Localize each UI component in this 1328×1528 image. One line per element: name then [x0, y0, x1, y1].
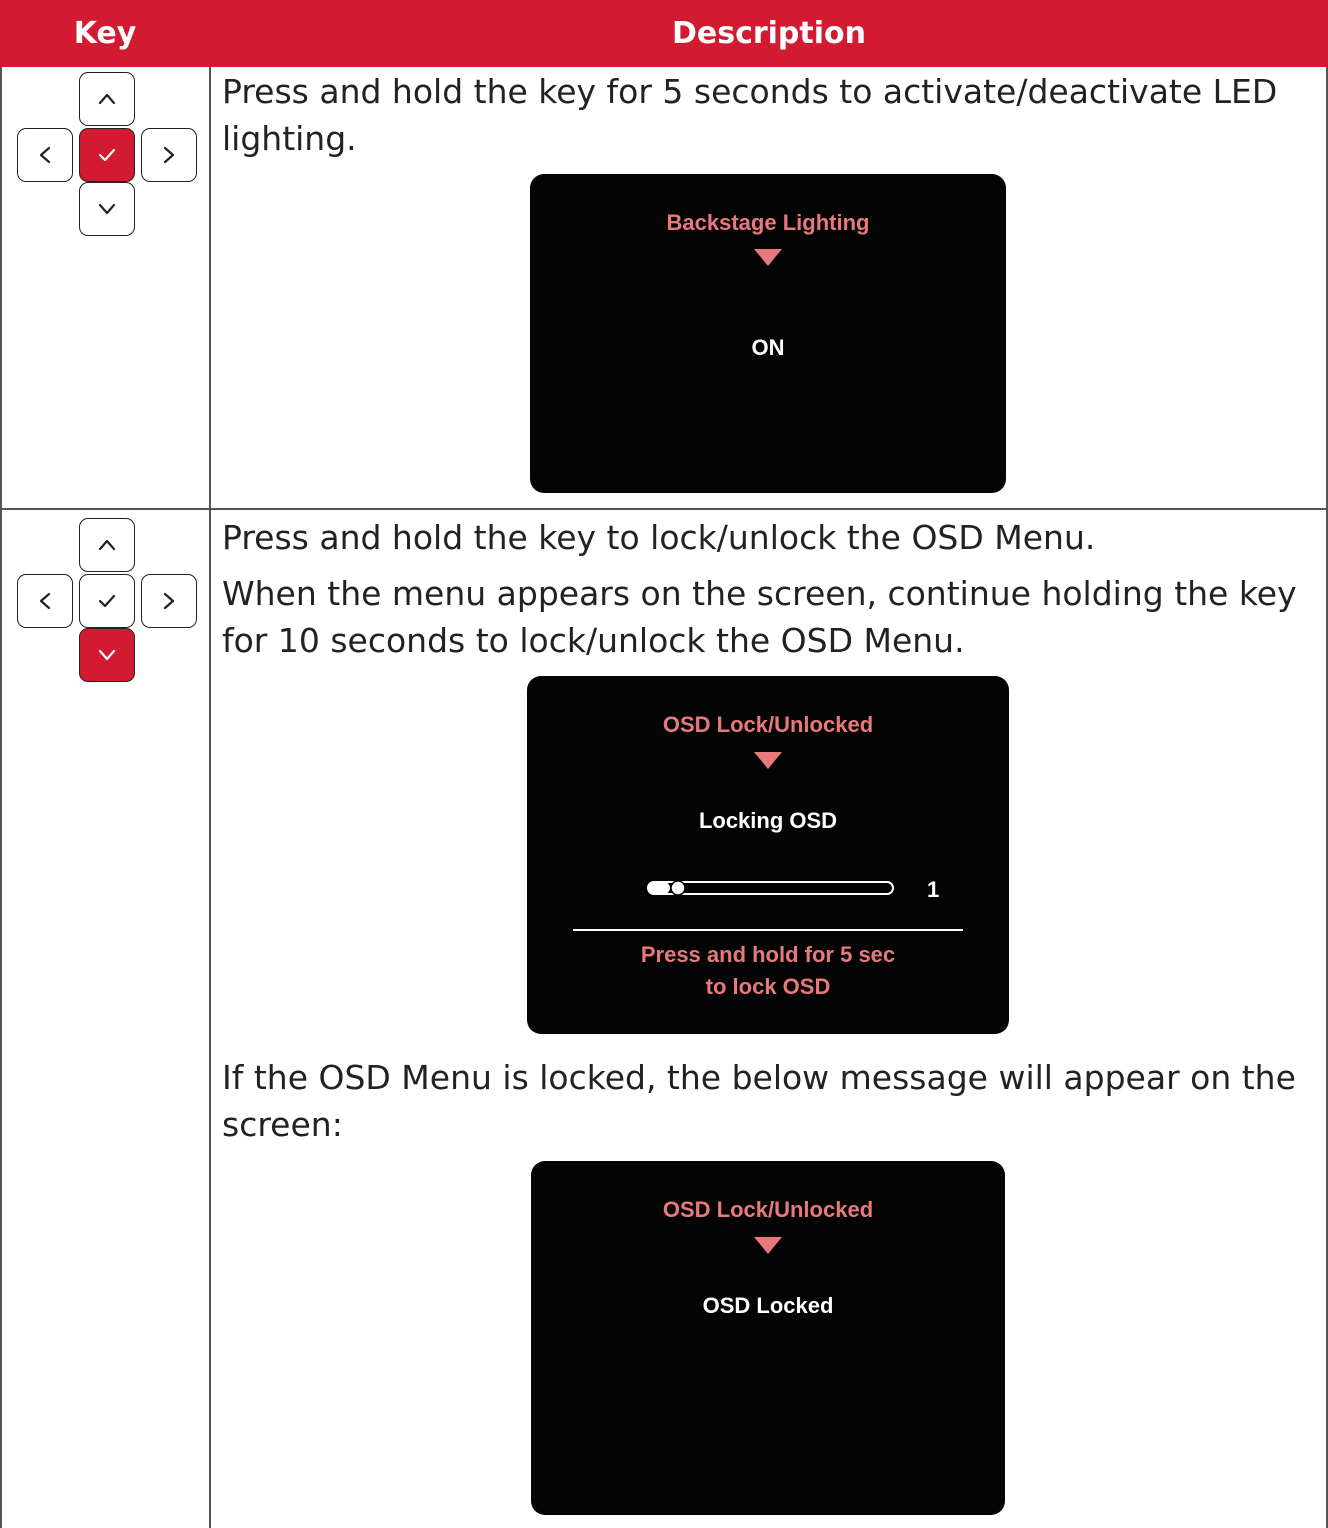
header-key: Key: [73, 16, 137, 51]
osd-screen-locking: OSD Lock/Unlocked Locking OSD 1 Press an…: [527, 676, 1009, 1034]
check-icon: [98, 594, 116, 608]
osd-value: ON: [751, 335, 785, 360]
triangle-down-icon: [754, 752, 782, 769]
enter-key-active: [79, 128, 135, 182]
progress-value: 1: [927, 877, 940, 902]
row-2-description-line-2: When the menu appears on the screen, con…: [222, 574, 1297, 660]
osd-screen-backstage-lighting: Backstage Lighting ON: [530, 174, 1006, 493]
triangle-down-icon: [754, 249, 782, 266]
chevron-right-icon: [163, 592, 175, 610]
triangle-down-icon: [754, 1237, 782, 1254]
right-key: [141, 574, 197, 628]
chevron-left-icon: [39, 146, 51, 164]
check-icon: [98, 148, 116, 162]
left-key: [17, 128, 73, 182]
osd-title: Backstage Lighting: [666, 210, 870, 235]
header-description: Description: [671, 16, 867, 51]
chevron-down-icon: [98, 649, 116, 661]
osd-status: OSD Locked: [702, 1293, 834, 1318]
enter-key: [79, 574, 135, 628]
chevron-up-icon: [98, 93, 116, 105]
osd-title: OSD Lock/Unlocked: [662, 1197, 874, 1222]
column-divider: [209, 67, 211, 1528]
chevron-down-icon: [98, 203, 116, 215]
row-2-description-line-1: Press and hold the key to lock/unlock th…: [222, 518, 1096, 557]
up-key: [79, 72, 135, 126]
row-1-description: Press and hold the key for 5 seconds to …: [222, 72, 1278, 158]
osd-title: OSD Lock/Unlocked: [662, 712, 874, 737]
down-key: [79, 182, 135, 236]
chevron-up-icon: [98, 539, 116, 551]
left-key: [17, 574, 73, 628]
row-divider: [0, 508, 1328, 510]
osd-screen-locked: OSD Lock/Unlocked OSD Locked: [531, 1161, 1005, 1515]
osd-hint-line-1: Press and hold for 5 sec: [640, 942, 896, 967]
chevron-left-icon: [39, 592, 51, 610]
osd-status: Locking OSD: [698, 808, 838, 833]
table-border-left: [0, 67, 2, 1528]
down-key-active: [79, 628, 135, 682]
osd-divider: [573, 929, 963, 931]
up-key: [79, 518, 135, 572]
row-2-after-text: If the OSD Menu is locked, the below mes…: [222, 1058, 1296, 1144]
progress-knob: [670, 880, 686, 896]
key-description-table: Key Description Press and hold the key f…: [0, 0, 1328, 1528]
right-key: [141, 128, 197, 182]
progress-bar: [647, 880, 894, 896]
chevron-right-icon: [163, 146, 175, 164]
osd-hint-line-2: to lock OSD: [705, 974, 831, 999]
